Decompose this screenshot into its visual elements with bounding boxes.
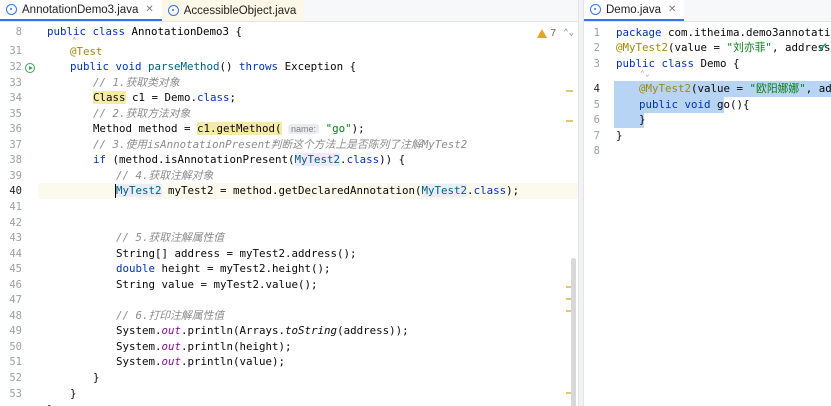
- line-number: 1: [593, 27, 600, 39]
- run-test-icon[interactable]: [25, 63, 35, 73]
- line-number: 45: [9, 263, 22, 275]
- code-line-37: // 3.使用isAnnotationPresent判断这个方法上是否陈列了注解…: [93, 138, 468, 151]
- scrollbar-thumb[interactable]: [571, 258, 576, 406]
- line-number: 3: [593, 58, 600, 70]
- line-number: 37: [9, 139, 22, 151]
- code-line-40: MyTest2 myTest2 = method.getDeclaredAnno…: [116, 184, 520, 197]
- code-line-31: @Test: [70, 45, 103, 58]
- tab-accessibleobject[interactable]: AccessibleObject.java: [161, 0, 305, 21]
- tab-label: AccessibleObject.java: [183, 4, 297, 17]
- code-line-51: }: [93, 371, 100, 384]
- line-number: 5: [593, 99, 600, 111]
- close-icon[interactable]: ✕: [668, 4, 676, 15]
- line-number: 35: [9, 108, 22, 120]
- code-line-35: // 2.获取方法对象: [93, 107, 191, 120]
- tab-demo[interactable]: Demo.java ✕: [584, 0, 685, 21]
- line-number: 47: [9, 294, 22, 306]
- code-line-47: // 6.打印注解属性值: [116, 309, 225, 322]
- line-number: 6: [593, 114, 600, 126]
- checkmark-icon: ✔: [817, 40, 828, 54]
- code-fragment: );: [351, 122, 365, 135]
- line-number: 33: [9, 77, 22, 89]
- code-line-7: }: [616, 129, 623, 142]
- code-line-45: String value = myTest2.value();: [116, 278, 318, 291]
- warnings-indicator[interactable]: 7: [537, 28, 556, 39]
- code-line-1: package com.itheima.demo3annotation: [616, 26, 831, 39]
- line-number: 43: [9, 232, 22, 244]
- warning-count: 7: [550, 28, 556, 39]
- code-line-53: }: [47, 402, 54, 406]
- line-number: 38: [9, 154, 22, 166]
- line-number: 53: [9, 388, 22, 400]
- line-number: 34: [9, 92, 22, 104]
- warning-icon: [537, 29, 548, 38]
- line-number: 4: [593, 83, 600, 95]
- line-number: 52: [9, 372, 22, 384]
- line-number: 46: [9, 279, 22, 291]
- line-number: 44: [9, 248, 22, 260]
- left-tab-bar: AnnotationDemo3.java ✕ AccessibleObject.…: [0, 0, 578, 22]
- scroll-marker: [566, 90, 573, 92]
- java-class-icon: [590, 4, 601, 15]
- code-line-44: double height = myTest2.height();: [116, 262, 331, 275]
- code-line-6: }: [639, 113, 646, 126]
- code-line-42: // 5.获取注解属性值: [116, 231, 225, 244]
- close-icon[interactable]: ✕: [145, 4, 153, 15]
- string-literal: "go": [325, 122, 352, 135]
- code-line-33: // 1.获取类对象: [93, 76, 180, 89]
- line-number: 40: [9, 185, 22, 197]
- line-number: 2: [593, 42, 600, 54]
- line-number: 31: [9, 45, 22, 57]
- line-number: 32: [9, 61, 22, 73]
- code-line-39: // 4.获取注解对象: [116, 169, 214, 182]
- code-line-2: @MyTest2(value = "刘亦菲", address = {: [616, 41, 831, 54]
- line-number: 42: [9, 217, 22, 229]
- code-fragment: Method method =: [93, 122, 198, 135]
- line-number: 51: [9, 356, 22, 368]
- code-line-52: }: [70, 387, 77, 400]
- code-line-4: @MyTest2(value = "欧阳娜娜", addres: [639, 82, 831, 95]
- line-number: 50: [9, 341, 22, 353]
- code-editor[interactable]: 8 31 32 33 34 35 36 37 38 39 40 41 42 43…: [0, 22, 578, 406]
- line-number: 39: [9, 170, 22, 182]
- line-number: 48: [9, 310, 22, 322]
- scroll-marker: [566, 120, 573, 122]
- fold-marker-icon[interactable]: ⌃⌄: [640, 69, 650, 78]
- code-line-5: public void go(){: [639, 98, 750, 111]
- right-editor-pane: Demo.java ✕ 1 2 3 4 5 6 7 8 package com.…: [584, 0, 831, 406]
- java-class-icon: [167, 5, 179, 16]
- vertical-scrollbar[interactable]: [566, 22, 578, 406]
- parameter-hint: name:: [288, 124, 320, 134]
- left-editor-pane: AnnotationDemo3.java ✕ AccessibleObject.…: [0, 0, 578, 406]
- code-line-50: System.out.println(value);: [116, 355, 286, 368]
- tab-label: Demo.java: [606, 3, 661, 16]
- java-class-icon: [6, 4, 17, 15]
- line-number: 49: [9, 325, 22, 337]
- line-number: 8: [593, 145, 600, 157]
- code-line-38: if (method.isAnnotationPresent(MyTest2.c…: [93, 153, 406, 166]
- line-gutter: 1 2 3 4 5 6 7 8: [584, 22, 610, 406]
- line-number: 7: [593, 130, 600, 142]
- line-gutter: 8 31 32 33 34 35 36 37 38 39 40 41 42 43…: [0, 22, 38, 406]
- text-caret: [115, 184, 116, 198]
- right-tab-bar: Demo.java ✕: [584, 0, 831, 22]
- line-number: 36: [9, 123, 22, 135]
- code-fragment: c1.getMethod(: [197, 122, 282, 135]
- line-number: 41: [9, 201, 22, 213]
- tab-label: AnnotationDemo3.java: [22, 3, 139, 16]
- code-line-3: public class Demo {: [616, 57, 740, 70]
- code-line-43: String[] address = myTest2.address();: [116, 247, 357, 260]
- code-line-36: Method method = c1.getMethod( name: "go"…: [93, 121, 365, 137]
- code-line-49: System.out.println(height);: [116, 340, 292, 353]
- code-line-48: System.out.println(Arrays.toString(addre…: [116, 324, 409, 337]
- code-editor[interactable]: 1 2 3 4 5 6 7 8 package com.itheima.demo…: [584, 22, 831, 406]
- tab-annotationdemo3[interactable]: AnnotationDemo3.java ✕: [0, 0, 162, 21]
- code-line-34: Class c1 = Demo.class;: [93, 91, 237, 104]
- code-line-32: public void parseMethod() throws Excepti…: [70, 60, 357, 73]
- line-number: 8: [15, 26, 22, 38]
